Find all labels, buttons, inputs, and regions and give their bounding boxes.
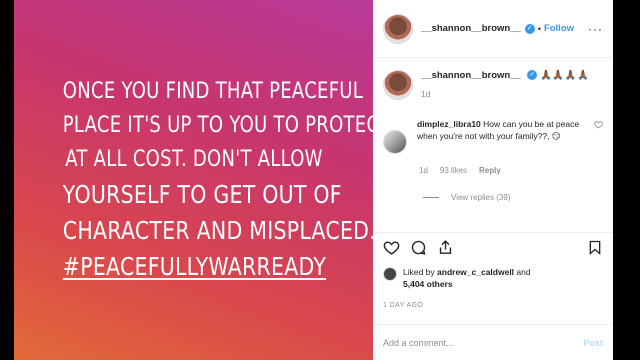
caption-username[interactable]: __shannon__brown__ [421,70,521,81]
author-avatar[interactable] [383,13,413,44]
quote-hashtag: #PEACEFULLYWARREADY [62,252,326,281]
commenter-username[interactable]: dimplez_libra10 [417,119,481,129]
liker-username[interactable]: andrew_c_caldwell [437,267,514,277]
post-quote: ONCE YOU FIND THAT PEACEFUL PLACE IT'S U… [62,75,413,285]
commenter-avatar[interactable] [383,130,407,154]
reply-button[interactable]: Reply [479,166,501,175]
comment: dimplez_libra10 How can you be at peace … [373,100,613,154]
comment-age: 1d [419,166,428,175]
author-username[interactable]: __shannon__brown__ [421,23,521,34]
caption-author-avatar[interactable] [383,70,413,100]
comment-meta: 1d 93 likes Reply [419,166,613,175]
quote-line-3: AT ALL COST. DON'T ALLOW [64,147,323,172]
separator-dot: • [537,23,541,34]
quote-line-5: CHARACTER AND MISPLACED. [62,216,376,245]
quote-line-2: PLACE IT'S UP TO YOU TO PROTECT IT [62,113,413,138]
likes-summary: Liked by andrew_c_caldwell and 5,404 oth… [383,266,531,290]
post-comment-button[interactable]: Post [583,338,603,348]
comment-bubble-icon[interactable] [410,239,427,256]
post-header: __shannon__brown__ ✓ • Follow ··· [373,0,613,58]
caption: __shannon__brown__ ✓ 🙏🏾🙏🏾🙏🏾🙏🏾 1d [373,58,613,100]
caption-age: 1d [421,89,431,99]
verified-badge-icon: ✓ [524,23,535,34]
comment-like-heart-icon[interactable] [594,120,603,131]
bookmark-icon[interactable] [587,239,603,256]
likes-text: Liked by andrew_c_caldwell and 5,404 oth… [403,266,531,290]
caption-verified-badge-icon: ✓ [527,70,538,81]
add-comment-bar: Post [373,324,613,360]
likes-and: and [514,267,531,277]
comment-input[interactable] [383,337,584,348]
view-replies-label: View replies (39) [451,193,511,202]
caption-emoji: 🙏🏾🙏🏾🙏🏾🙏🏾 [540,70,590,81]
post-side-panel: __shannon__brown__ ✓ • Follow ··· __shan… [373,0,613,360]
replies-divider [423,197,439,198]
comment-likes[interactable]: 93 likes [440,166,467,175]
view-replies-button[interactable]: View replies (39) [423,193,613,202]
post-image[interactable]: ONCE YOU FIND THAT PEACEFUL PLACE IT'S U… [14,0,413,360]
liker-avatar[interactable] [383,267,397,281]
screen: ONCE YOU FIND THAT PEACEFUL PLACE IT'S U… [0,0,640,360]
action-bar [373,232,613,262]
likes-prefix: Liked by [403,267,438,277]
caption-line: __shannon__brown__ ✓ 🙏🏾🙏🏾🙏🏾🙏🏾 [421,70,589,81]
caption-body: __shannon__brown__ ✓ 🙏🏾🙏🏾🙏🏾🙏🏾 1d [421,70,589,100]
follow-button[interactable]: Follow [544,23,574,34]
comment-emoji: 😏 [551,131,561,141]
more-options-icon[interactable]: ··· [588,22,603,36]
quote-line-4: YOURSELF TO GET OUT OF [62,180,342,209]
like-heart-icon[interactable] [383,239,400,256]
quote-line-1: ONCE YOU FIND THAT PEACEFUL [62,79,363,104]
likes-others-link[interactable]: 5,404 others [403,279,453,289]
comment-body: dimplez_libra10 How can you be at peace … [417,118,582,154]
share-icon[interactable] [437,239,454,256]
post-timestamp: 1 DAY AGO [383,302,424,309]
